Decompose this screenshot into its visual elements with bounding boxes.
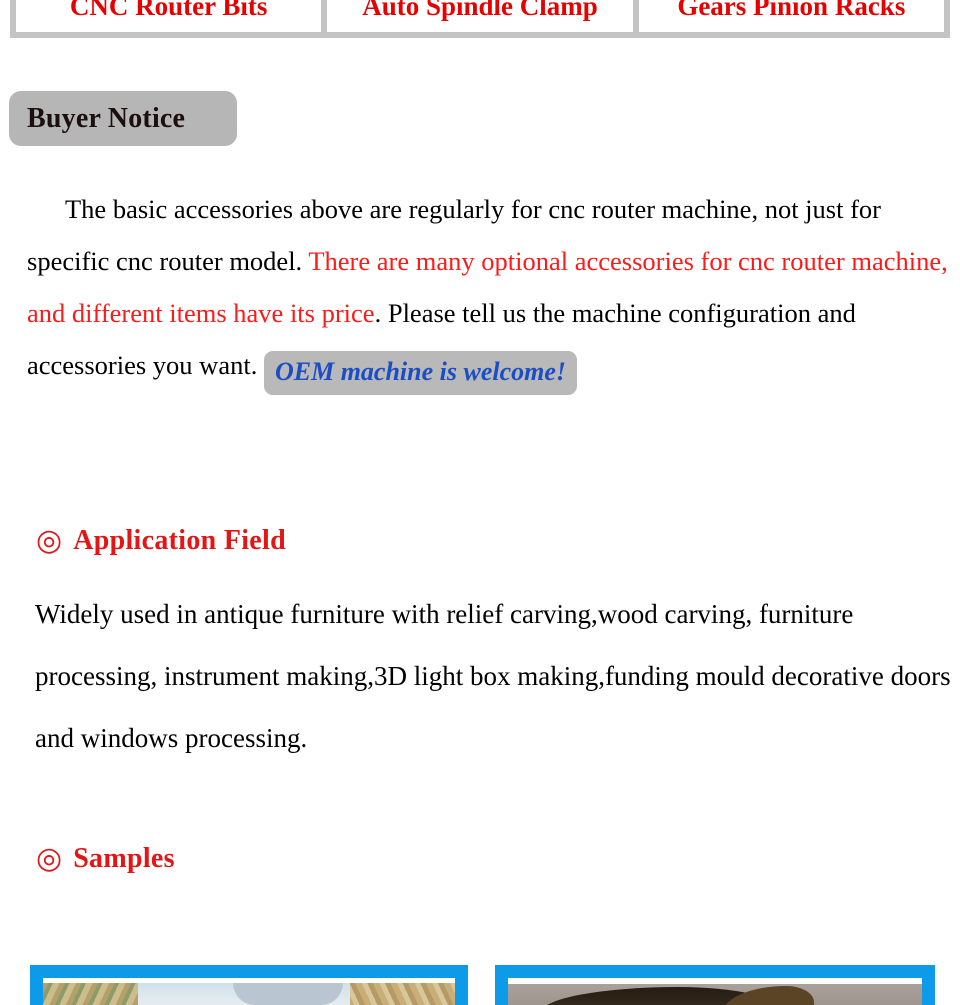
buyer-notice-heading: Buyer Notice [9,91,237,146]
accessory-label: CNC Router Bits [69,0,268,21]
accessory-cell-cnc-router-bits[interactable]: CNC Router Bits [16,0,322,32]
sample-photo-wood-carving [43,978,455,1005]
oem-welcome-chip: OEM machine is welcome! [263,351,578,395]
sample-image-panel-1[interactable] [30,965,468,1005]
photo-center-object [232,983,343,1005]
photo-left-carved-edge [43,983,138,1005]
buyer-notice-paragraph: The basic accessories above are regularl… [27,183,952,395]
accessory-label: Auto Spindle Clamp [362,0,598,21]
samples-title: Samples [73,843,175,874]
double-circle-icon: ◎ [36,523,63,558]
accessory-cell-gears-pinion-racks[interactable]: Gears Pinion Racks [638,0,944,32]
accessory-cell-auto-spindle-clamp[interactable]: Auto Spindle Clamp [327,0,633,32]
photo-right-carved-edge [350,983,455,1005]
buyer-notice-heading-label: Buyer Notice [27,102,186,134]
accessory-name-table: CNC Router Bits Auto Spindle Clamp Gears… [10,0,950,38]
application-field-body: Widely used in antique furniture with re… [35,599,951,753]
application-field-title: Application Field [73,525,286,556]
sample-photo-carved-relief [508,978,922,1005]
samples-heading: ◎ Samples [36,843,175,875]
accessory-label: Gears Pinion Racks [677,0,906,21]
application-field-heading: ◎ Application Field [36,525,286,557]
sample-image-panel-2[interactable] [495,965,935,1005]
double-circle-icon: ◎ [36,841,63,876]
